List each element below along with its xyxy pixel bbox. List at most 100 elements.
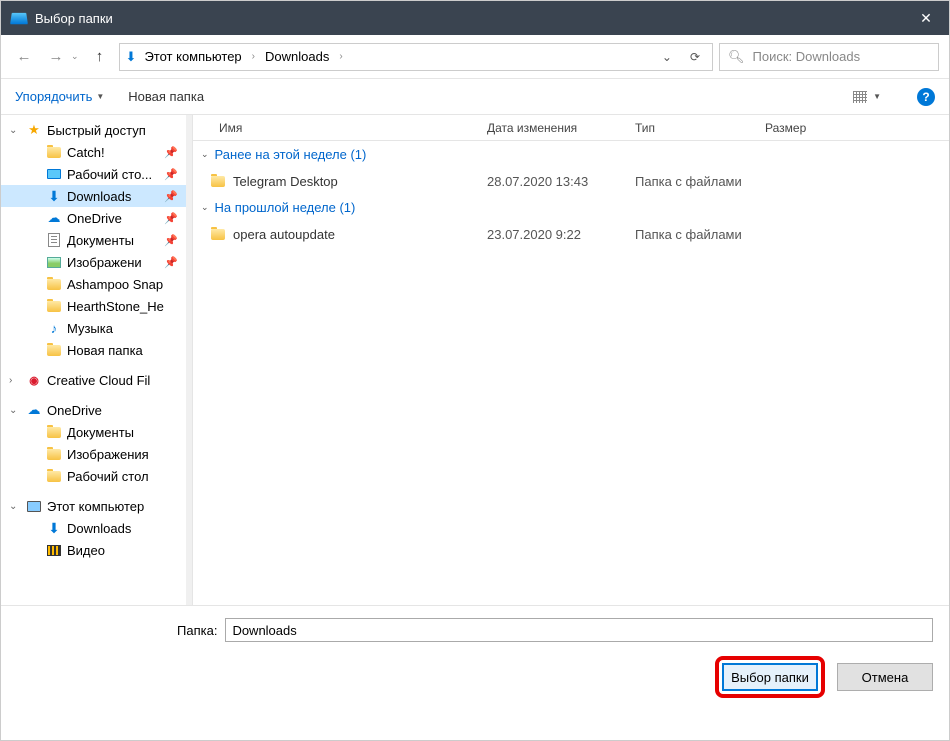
breadcrumb-segment[interactable]: Этот компьютер — [142, 49, 243, 64]
file-row[interactable]: opera autoupdate23.07.2020 9:22Папка с ф… — [193, 221, 949, 247]
folder-icon — [45, 345, 63, 356]
tree-item-label: Catch! — [67, 145, 160, 160]
window-title: Выбор папки — [35, 11, 113, 26]
forward-button[interactable]: → — [43, 44, 69, 70]
history-dropdown[interactable]: ⌄ — [71, 51, 79, 62]
file-type: Папка с файлами — [627, 174, 757, 189]
group-header[interactable]: ⌄Ранее на этой неделе (1) — [193, 141, 949, 168]
folder-label: Папка: — [177, 623, 217, 638]
tree-item[interactable]: Новая папка — [1, 339, 192, 361]
refresh-button[interactable]: ⟳ — [684, 50, 706, 64]
tree-item-label: Downloads — [67, 521, 188, 536]
group-header[interactable]: ⌄На прошлой неделе (1) — [193, 194, 949, 221]
tree-item[interactable]: Документы — [1, 421, 192, 443]
tree-item-label: Изображени — [67, 255, 160, 270]
file-list[interactable]: Имя Дата изменения Тип Размер ⌄Ранее на … — [193, 115, 949, 605]
view-grid-icon — [853, 91, 867, 103]
tree-item[interactable]: Документы 📌 — [1, 229, 192, 251]
file-row[interactable]: Telegram Desktop28.07.2020 13:43Папка с … — [193, 168, 949, 194]
help-button[interactable]: ? — [917, 88, 935, 106]
file-type: Папка с файлами — [627, 227, 757, 242]
onedrive-icon: ☁ — [45, 210, 63, 226]
view-mode-button[interactable]: ▼ — [853, 91, 881, 103]
col-date[interactable]: Дата изменения — [479, 121, 627, 135]
tree-item[interactable]: ☁OneDrive📌 — [1, 207, 192, 229]
breadcrumb-separator: › — [250, 51, 257, 62]
file-date: 28.07.2020 13:43 — [479, 174, 627, 189]
column-headers[interactable]: Имя Дата изменения Тип Размер — [193, 115, 949, 141]
tree-item[interactable]: ⬇Downloads — [1, 517, 192, 539]
select-folder-button[interactable]: Выбор папки — [722, 663, 818, 691]
col-type[interactable]: Тип — [627, 121, 757, 135]
organize-button[interactable]: Упорядочить▼ — [15, 89, 104, 104]
sidebar[interactable]: ⌄ ★ Быстрый доступ Catch!📌Рабочий сто...… — [1, 115, 193, 605]
tree-item-label: Документы — [67, 233, 160, 248]
tree-item[interactable]: Ashampoo Snap — [1, 273, 192, 295]
folder-icon — [45, 279, 63, 290]
search-input[interactable]: 🔍︎ Поиск: Downloads — [719, 43, 939, 71]
desktop-icon — [45, 169, 63, 179]
tree-item[interactable]: Видео — [1, 539, 192, 561]
tree-creative-cloud[interactable]: › ◉ Creative Cloud Fil — [1, 369, 192, 391]
col-name[interactable]: Имя — [211, 121, 479, 135]
col-size[interactable]: Размер — [757, 121, 837, 135]
tree-item[interactable]: Catch!📌 — [1, 141, 192, 163]
file-name: Telegram Desktop — [233, 174, 479, 189]
tree-item[interactable]: Изображени 📌 — [1, 251, 192, 273]
location-icon: ⬇ — [126, 49, 137, 65]
new-folder-button[interactable]: Новая папка — [128, 89, 204, 104]
search-placeholder: Поиск: Downloads — [753, 49, 861, 64]
tree-item[interactable]: Рабочий сто...📌 — [1, 163, 192, 185]
tree-item-label: Музыка — [67, 321, 188, 336]
back-button[interactable]: ← — [11, 44, 37, 70]
tree-this-pc[interactable]: ⌄ Этот компьютер — [1, 495, 192, 517]
collapse-icon[interactable]: ⌄ — [201, 202, 209, 213]
pc-icon — [25, 501, 43, 512]
dropdown-icon: ▼ — [96, 92, 104, 101]
address-dropdown[interactable]: ⌄ — [656, 50, 678, 64]
bottom-panel: Папка: Выбор папки Отмена — [1, 605, 949, 712]
tree-item[interactable]: HearthStone_He — [1, 295, 192, 317]
tree-item[interactable]: Рабочий стол — [1, 465, 192, 487]
collapse-icon[interactable]: ⌄ — [9, 125, 21, 136]
folder-input[interactable] — [225, 618, 933, 642]
folder-icon — [45, 471, 63, 482]
close-button[interactable]: ✕ — [903, 1, 949, 35]
creative-cloud-icon: ◉ — [25, 374, 43, 387]
collapse-icon[interactable]: ⌄ — [9, 501, 21, 512]
tree-item[interactable]: ♪ Музыка — [1, 317, 192, 339]
up-button[interactable]: ↑ — [87, 44, 113, 70]
folder-icon — [45, 449, 63, 460]
tree-item-label: Рабочий сто... — [67, 167, 160, 182]
star-icon: ★ — [25, 122, 43, 138]
docs-icon — [45, 233, 63, 247]
tree-quick-access[interactable]: ⌄ ★ Быстрый доступ — [1, 119, 192, 141]
toolbar: Упорядочить▼ Новая папка ▼ ? — [1, 79, 949, 115]
collapse-icon[interactable]: ⌄ — [9, 405, 21, 416]
highlight-annotation: Выбор папки — [715, 656, 825, 698]
folder-icon — [211, 229, 233, 240]
tree-item-label: Изображения — [67, 447, 188, 462]
tree-item[interactable]: ⬇Downloads📌 — [1, 185, 192, 207]
folder-icon — [45, 427, 63, 438]
tree-item-label: OneDrive — [67, 211, 160, 226]
nav-bar: ← → ⌄ ↑ ⬇ Этот компьютер › Downloads › ⌄… — [1, 35, 949, 79]
cancel-button[interactable]: Отмена — [837, 663, 933, 691]
download-icon: ⬇ — [45, 188, 63, 205]
collapse-icon[interactable]: ⌄ — [201, 149, 209, 160]
expand-icon[interactable]: › — [9, 375, 21, 386]
dropdown-icon: ▼ — [873, 92, 881, 101]
img-icon — [45, 257, 63, 268]
pin-icon: 📌 — [164, 256, 188, 269]
video-icon — [45, 545, 63, 556]
tree-item-label: Новая папка — [67, 343, 188, 358]
address-bar[interactable]: ⬇ Этот компьютер › Downloads › ⌄ ⟳ — [119, 43, 713, 71]
tree-onedrive[interactable]: ⌄ ☁ OneDrive — [1, 399, 192, 421]
folder-icon — [45, 301, 63, 312]
app-icon — [10, 13, 28, 24]
breadcrumb-segment[interactable]: Downloads — [263, 49, 331, 64]
tree-item[interactable]: Изображения — [1, 443, 192, 465]
music-icon: ♪ — [45, 321, 63, 336]
file-name: opera autoupdate — [233, 227, 479, 242]
pin-icon: 📌 — [164, 234, 188, 247]
